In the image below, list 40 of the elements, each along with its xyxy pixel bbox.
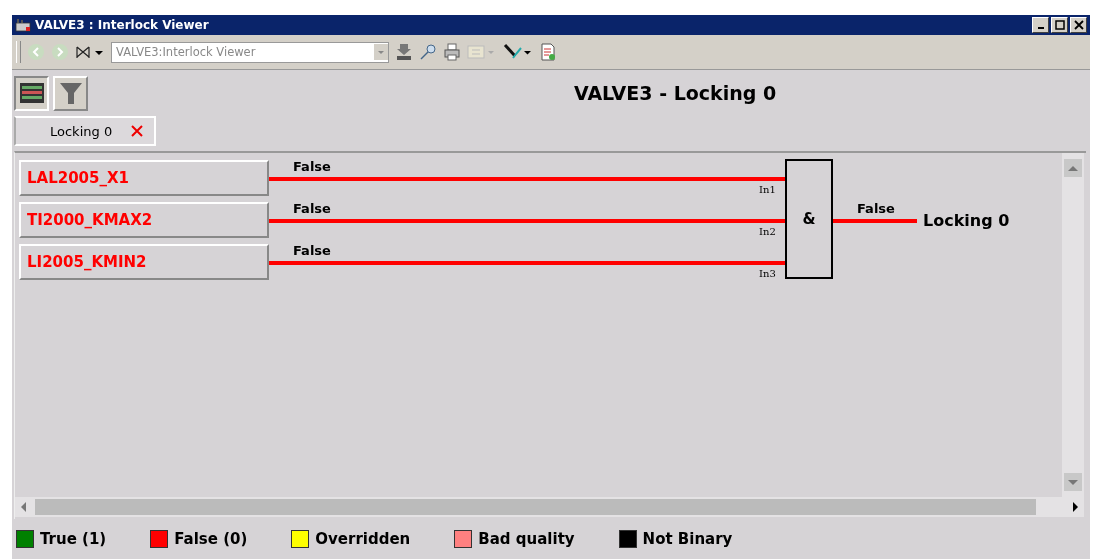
pin-label: In3 [759, 268, 776, 279]
gate-symbol: & [802, 210, 816, 228]
document-icon[interactable] [539, 43, 557, 62]
pin-label: In2 [759, 226, 776, 237]
tab[interactable]: Locking 0 [14, 116, 157, 146]
address-combo[interactable]: VALVE3:Interlock Viewer [111, 41, 389, 63]
scroll-up-icon[interactable] [1064, 159, 1082, 177]
signal-button[interactable]: LAL2005_X1 [19, 160, 269, 196]
signal-value: False [293, 159, 331, 174]
signal-button[interactable]: TI2000_KMAX2 [19, 202, 269, 238]
pin-label: In1 [759, 184, 776, 195]
close-button[interactable] [1070, 17, 1087, 34]
legend-label: False (0) [174, 530, 248, 548]
window-title: VALVE3 : Interlock Viewer [35, 18, 210, 33]
maximize-icon [1054, 20, 1065, 31]
maximize-button[interactable] [1051, 17, 1068, 34]
legend-label: Not Binary [642, 530, 733, 548]
signal-value: False [293, 201, 331, 216]
download-icon[interactable] [395, 43, 413, 62]
signal-button[interactable]: LI2005_KMIN2 [19, 244, 269, 280]
signal-value: False [293, 243, 331, 258]
factory-icon [15, 18, 31, 33]
vertical-scrollbar[interactable] [1062, 153, 1084, 497]
close-tab-icon[interactable] [130, 124, 145, 138]
minimize-button[interactable] [1032, 17, 1049, 34]
legend-label: True (1) [40, 530, 107, 548]
table-icon [18, 80, 45, 106]
horizontal-scrollbar[interactable] [15, 497, 1084, 517]
output-label: Locking 0 [923, 211, 1010, 230]
diagram-heading: VALVE3 - Locking 0 [574, 82, 777, 104]
close-icon [1073, 20, 1084, 31]
output-value: False [857, 201, 895, 216]
filter-icon [57, 80, 84, 106]
legend-label: Overridden [315, 530, 411, 548]
table-view-button[interactable] [14, 75, 49, 111]
legend-label: Bad quality [478, 530, 575, 548]
filter-button[interactable] [53, 75, 88, 111]
scroll-down-icon[interactable] [1064, 473, 1082, 491]
minimize-icon [1037, 27, 1044, 30]
print-icon[interactable] [443, 43, 461, 62]
